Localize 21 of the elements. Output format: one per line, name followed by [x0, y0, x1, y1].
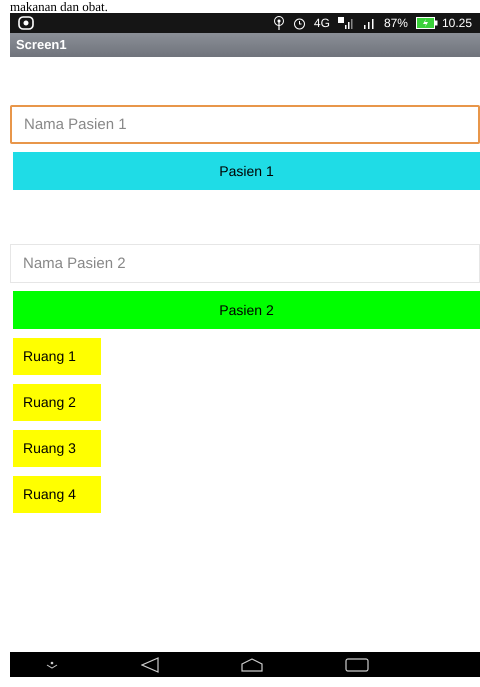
chevron-down-icon	[45, 660, 59, 670]
hotspot-icon	[272, 16, 285, 30]
signal-icon	[362, 17, 376, 29]
back-icon	[141, 656, 159, 672]
room-button[interactable]: Ruang 4	[13, 476, 101, 513]
home-icon	[241, 658, 263, 672]
battery-percent: 87%	[384, 15, 408, 32]
wide-button[interactable]: Pasien 2	[13, 291, 480, 329]
wide-button[interactable]: Pasien 1	[13, 152, 480, 190]
alarm-icon	[292, 16, 306, 30]
text-field[interactable]: Nama Pasien 1	[10, 105, 480, 144]
battery-charging-icon	[416, 17, 438, 29]
recent-apps-icon	[345, 658, 369, 672]
room-button[interactable]: Ruang 1	[13, 338, 101, 375]
document-text: makanan dan obat.	[9, 0, 109, 13]
app-title: Screen1	[16, 36, 67, 54]
network-type: 4G	[314, 15, 330, 32]
signal-icon	[338, 17, 354, 29]
room-button[interactable]: Ruang 2	[13, 384, 101, 421]
room-button[interactable]: Ruang 3	[13, 430, 101, 467]
clock: 10.25	[442, 15, 472, 32]
